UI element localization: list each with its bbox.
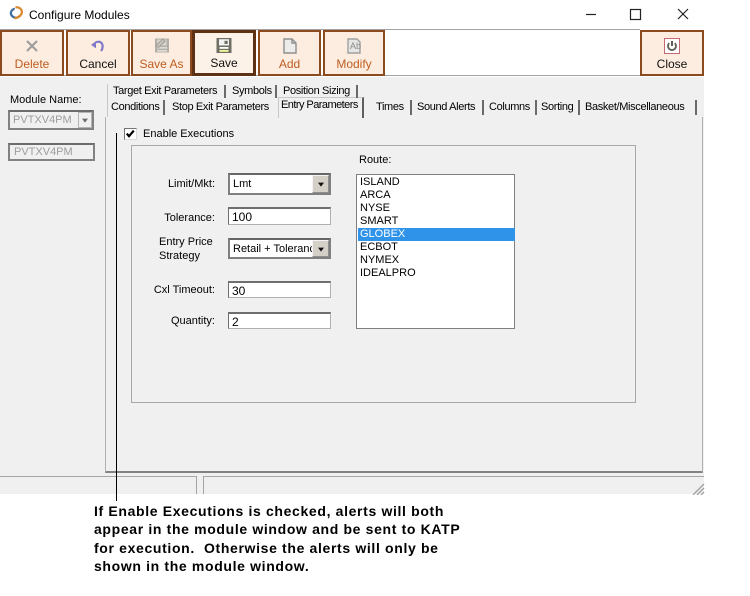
svg-text:Ab: Ab — [350, 41, 361, 51]
